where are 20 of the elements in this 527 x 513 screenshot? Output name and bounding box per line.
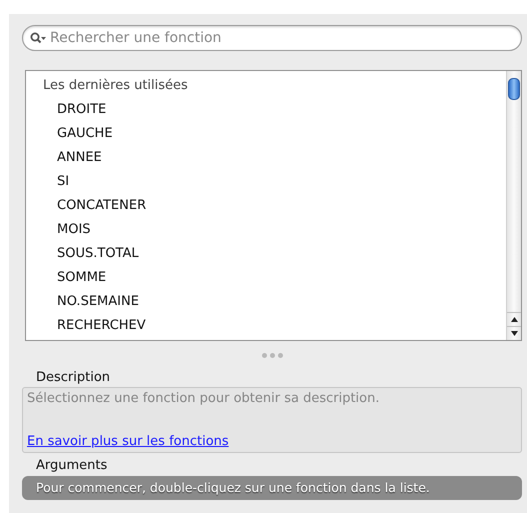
functions-help-link[interactable]: En savoir plus sur les fonctions xyxy=(27,434,229,449)
function-item[interactable]: SI xyxy=(26,170,506,194)
function-item[interactable]: RECHERCHEV xyxy=(26,314,506,338)
scrollbar[interactable] xyxy=(506,71,521,340)
arguments-hint: Pour commencer, double-cliquez sur une fonction dans la liste. xyxy=(22,476,522,500)
search-field[interactable]: Rechercher une fonction xyxy=(22,25,522,51)
search-icon[interactable] xyxy=(30,32,47,44)
function-item[interactable]: GAUCHE xyxy=(26,122,506,146)
function-item[interactable]: SOMME xyxy=(26,266,506,290)
description-label: Description xyxy=(36,369,112,387)
category-header[interactable]: Les dernières utilisées xyxy=(26,74,506,98)
function-item[interactable]: NO.SEMAINE xyxy=(26,290,506,314)
description-text: Sélectionnez une fonction pour obtenir sa description. xyxy=(27,391,380,406)
function-item[interactable]: DROITE xyxy=(26,98,506,122)
function-item[interactable]: CONCATENER xyxy=(26,194,506,218)
function-item[interactable]: ANNEE xyxy=(26,146,506,170)
function-item[interactable]: SOUS.TOTAL xyxy=(26,242,506,266)
function-item[interactable]: MOIS xyxy=(26,218,506,242)
arguments-label: Arguments xyxy=(36,457,108,475)
scroll-thumb[interactable] xyxy=(508,78,520,100)
